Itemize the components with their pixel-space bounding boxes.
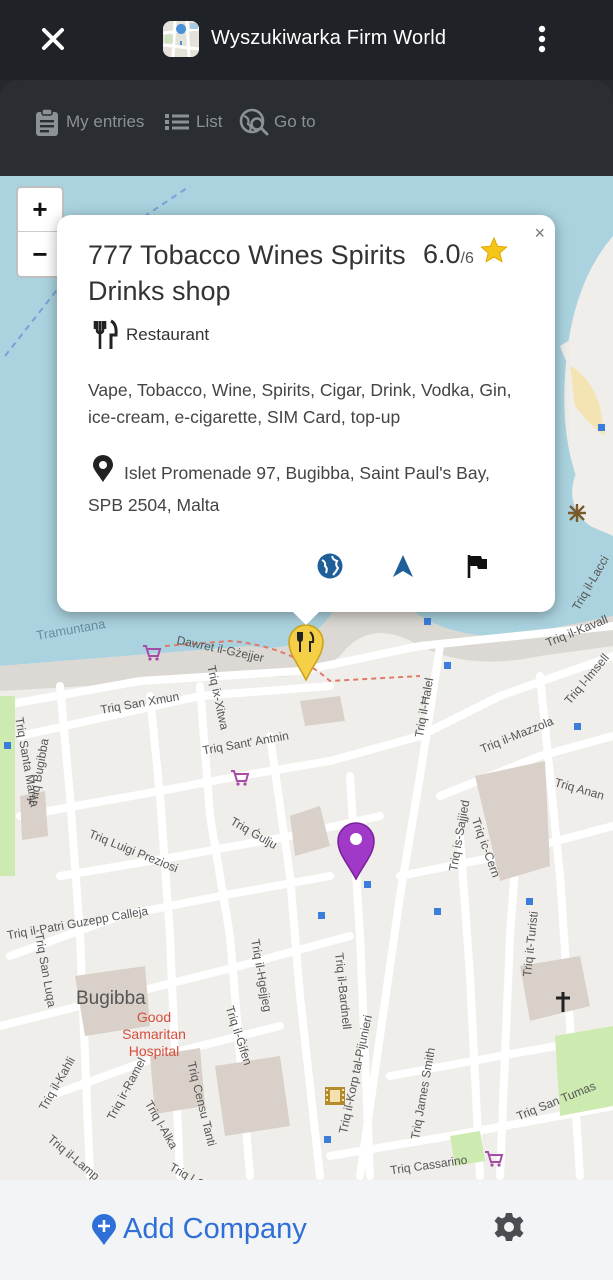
toolbar: My entries List Go to [0,80,613,176]
restaurant-icon [93,319,118,349]
app-bar: Wyszukiwarka Firm World [0,0,613,80]
zoom-in-button[interactable]: + [18,188,62,232]
viewpoint-icon [568,504,586,522]
popup-close-button[interactable]: × [534,223,545,244]
add-company-button[interactable]: Add Company [91,1213,307,1246]
star-icon [480,237,508,263]
add-location-icon [92,1213,116,1245]
toolbar-panel: My entries List Go to [0,80,613,176]
business-address: Islet Promenade 97, Bugibba, Saint Paul'… [88,455,528,521]
my-entries-button[interactable]: My entries [32,105,144,139]
business-name: 777 Tobacco Wines Spirits Drinks shop [88,240,406,306]
app-logo-icon [163,21,199,57]
restaurant-pin-icon[interactable] [287,622,325,682]
app-title: Wyszukiwarka Firm World [211,27,447,49]
list-button[interactable]: List [162,105,222,139]
business-description: Vape, Tobacco, Wine, Spirits, Cigar, Dri… [88,380,512,427]
church-icon [556,992,570,1012]
rating: 6.0 /6 [423,237,508,270]
more-vert-icon[interactable] [528,22,556,56]
popup-tip [290,609,322,625]
close-icon[interactable] [36,22,70,56]
cinema-icon [325,1087,345,1105]
map-hospital-label: Good Samaritan Hospital [122,1009,186,1059]
globe-icon[interactable] [316,552,344,580]
current-location-pin-icon[interactable] [336,821,376,881]
zoom-out-button[interactable]: − [18,232,62,276]
rating-max: /6 [460,250,474,267]
category-label: Restaurant [126,325,210,344]
shop-icon [231,770,250,786]
flag-icon[interactable] [465,553,489,579]
settings-icon[interactable] [493,1211,525,1243]
business-category: Restaurant [92,319,209,351]
add-company-label: Add Company [123,1213,307,1245]
rating-value: 6.0 [423,239,461,269]
go-to-button[interactable]: Go to [238,105,316,139]
business-popup: × 777 Tobacco Wines Spirits Drinks shop … [57,215,555,612]
navigation-icon[interactable] [390,553,416,579]
go-to-label: Go to [274,112,316,131]
my-entries-label: My entries [66,112,145,131]
map-town-label: Bugibba [76,988,146,1009]
clipboard-icon [36,108,58,136]
list-label: List [196,112,223,131]
shop-icon [485,1151,504,1167]
location-pin-icon [93,455,113,482]
bottom-bar: Add Company [0,1180,613,1280]
shop-icon [143,645,162,661]
address-text: Islet Promenade 97, Bugibba, Saint Paul'… [88,463,490,515]
list-icon [165,114,189,130]
travel-explore-icon [239,108,269,136]
